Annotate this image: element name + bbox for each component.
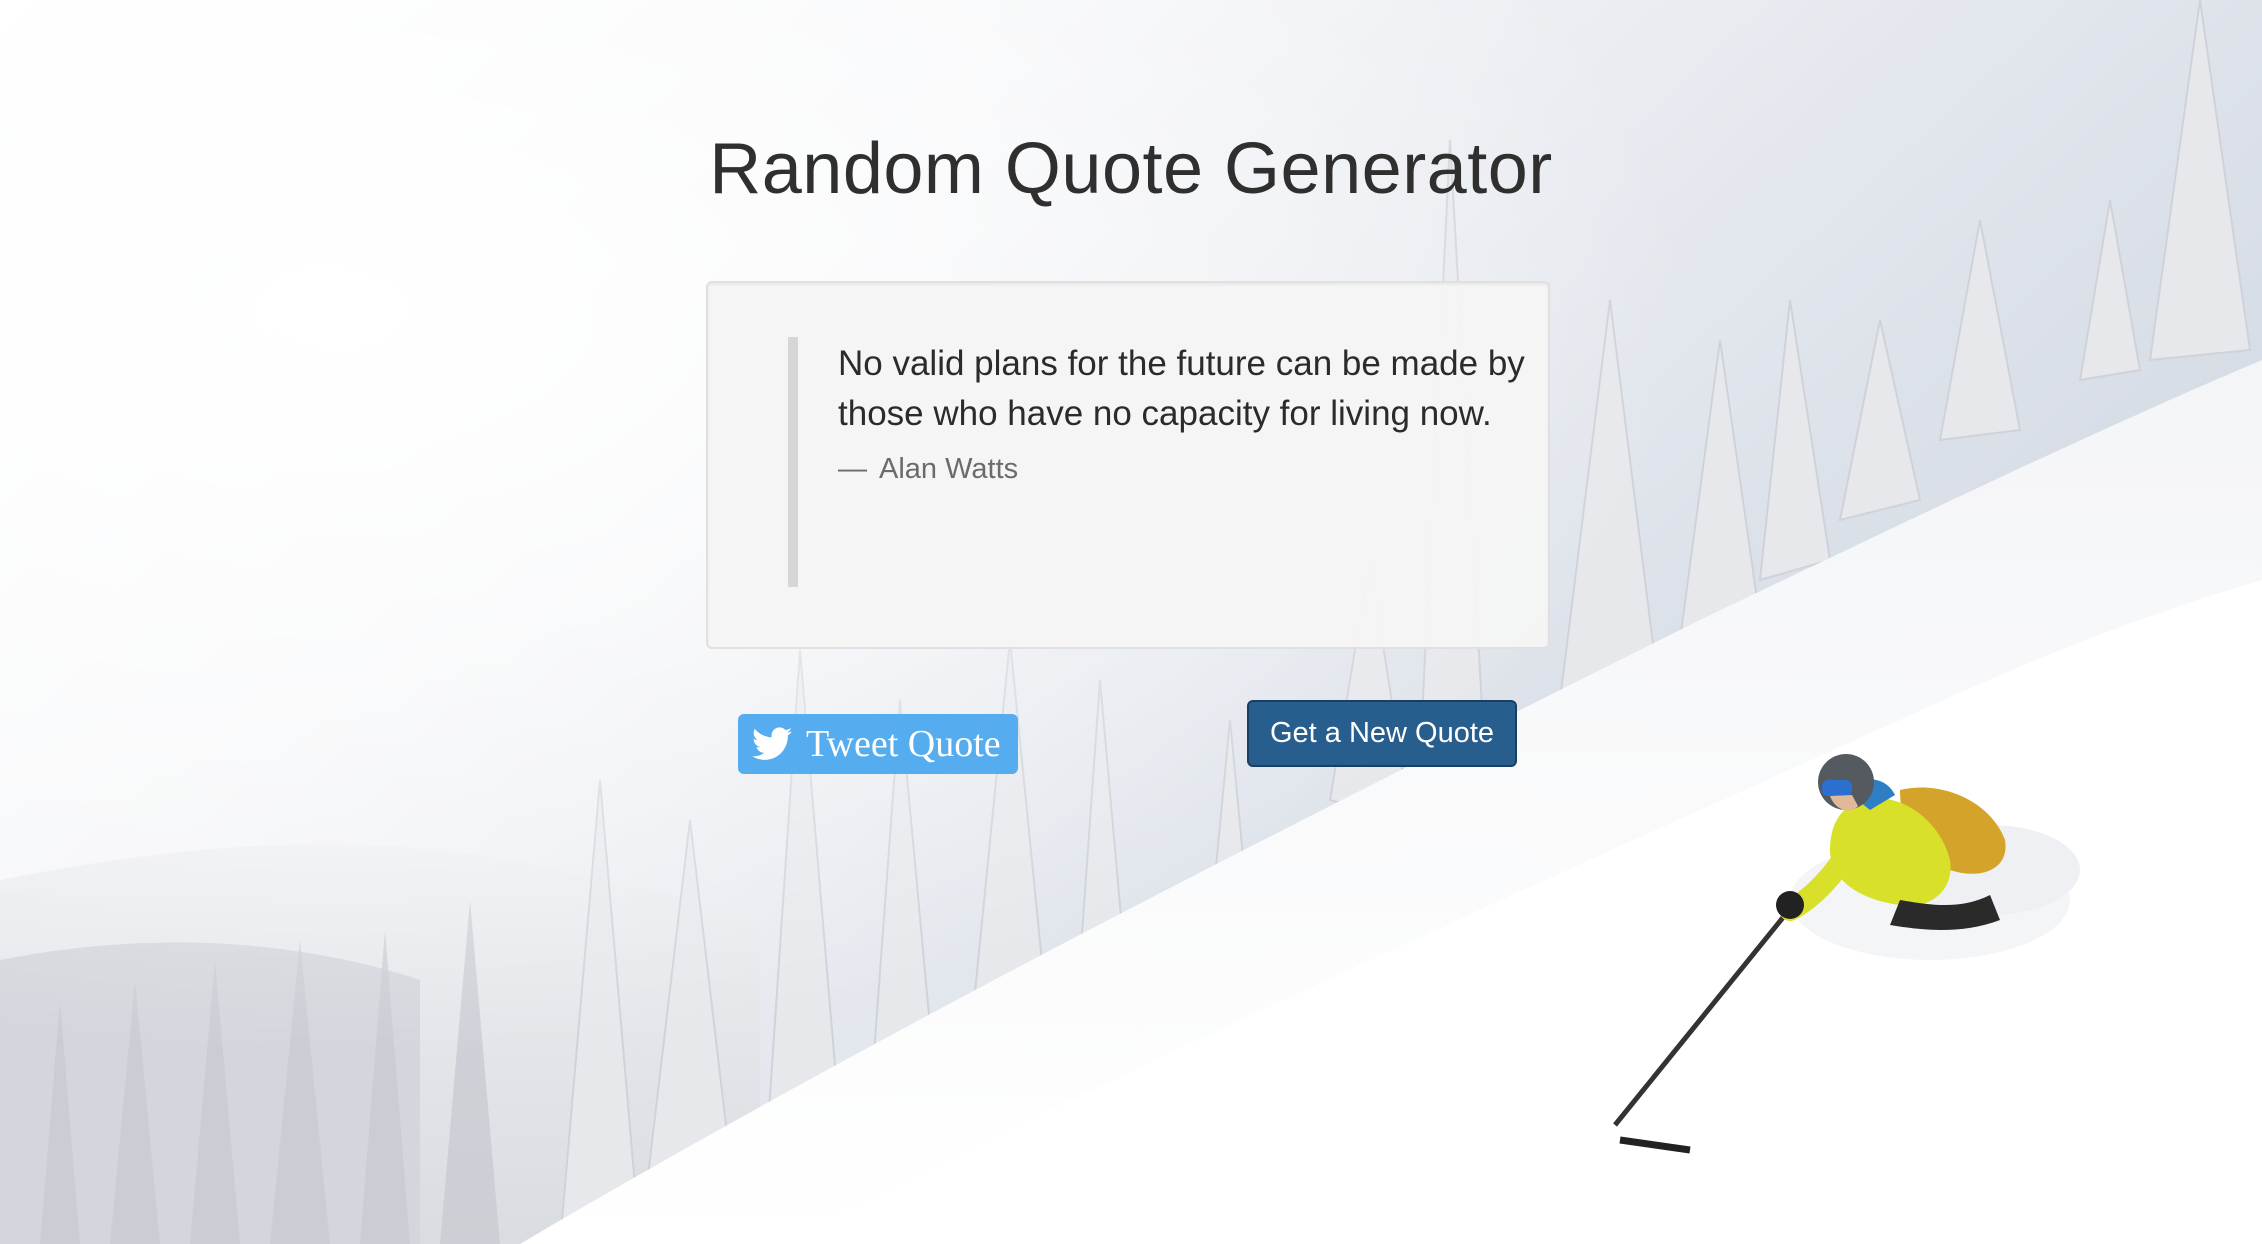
new-quote-button[interactable]: Get a New Quote <box>1247 700 1517 767</box>
quote-author: — Alan Watts <box>838 453 1528 486</box>
page-title: Random Quote Generator <box>709 129 1553 209</box>
tweet-quote-label: Tweet Quote <box>806 723 1001 765</box>
twitter-bird-icon <box>752 727 792 761</box>
author-dash: — <box>838 453 867 485</box>
tweet-quote-button[interactable]: Tweet Quote <box>738 714 1018 774</box>
author-name: Alan Watts <box>879 453 1019 485</box>
quote-blockquote: No valid plans for the future can be mad… <box>788 337 1528 587</box>
quote-card: No valid plans for the future can be mad… <box>706 281 1550 649</box>
quote-text: No valid plans for the future can be mad… <box>838 344 1525 433</box>
